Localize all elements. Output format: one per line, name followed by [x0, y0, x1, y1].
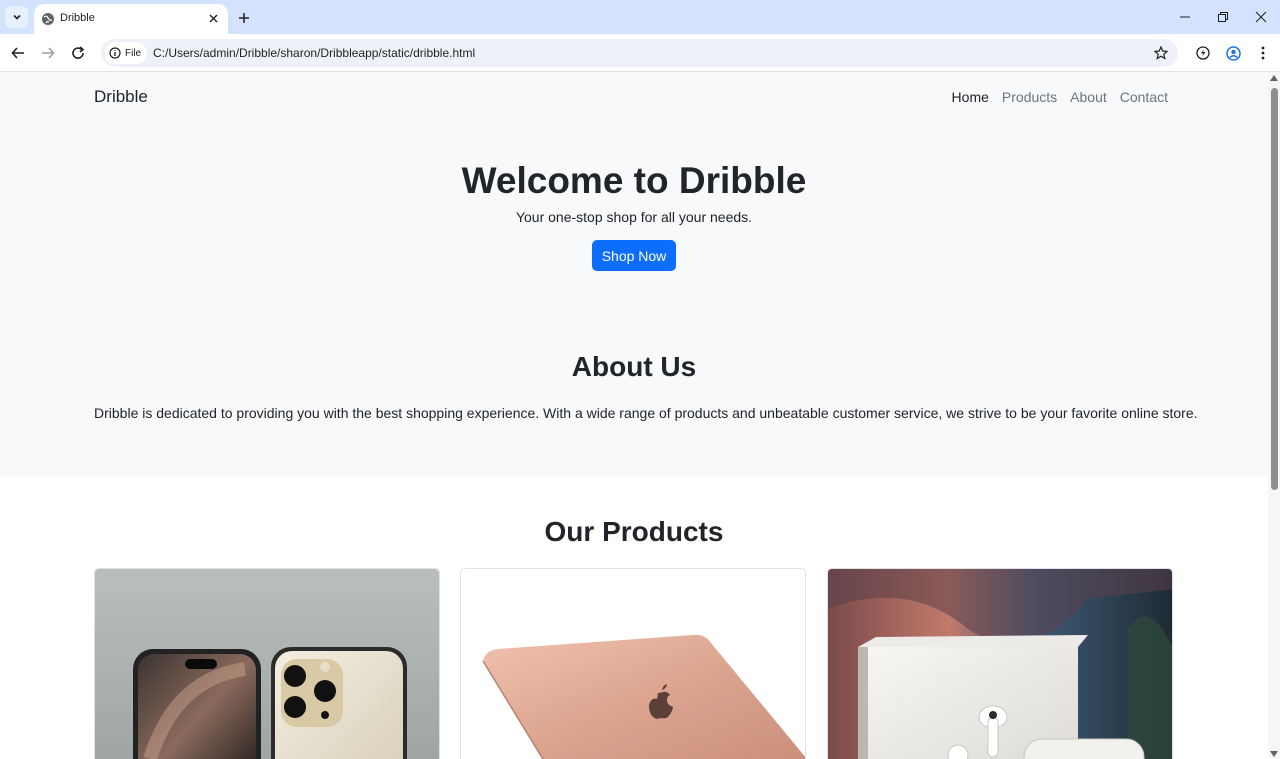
globe-icon [42, 13, 54, 25]
new-tab-button[interactable] [235, 9, 253, 27]
more-vert-icon [1261, 46, 1265, 60]
nav-link-products[interactable]: Products [1002, 89, 1057, 105]
site-info-label: File [125, 47, 142, 59]
reload-icon [72, 46, 85, 59]
info-icon [109, 47, 121, 59]
vertical-scrollbar[interactable] [1268, 72, 1280, 759]
navbar-links: Home Products About Contact [952, 89, 1168, 105]
about-text: Dribble is dedicated to providing you wi… [94, 405, 1198, 421]
tab-close-button[interactable] [206, 11, 220, 25]
nav-link-home[interactable]: Home [952, 89, 989, 105]
minimize-button[interactable] [1176, 8, 1194, 26]
products-title: Our Products [544, 516, 724, 547]
page-viewport: Dribble Home Products About Contact Welc… [0, 72, 1268, 759]
extensions-button[interactable] [1193, 43, 1213, 63]
hero-title: Welcome to Dribble [461, 160, 807, 201]
browser-toolbar: File C:/Users/admin/Dribble/sharon/Dribb… [0, 34, 1280, 72]
restore-icon [1218, 12, 1228, 22]
product-card-earbuds[interactable] [827, 568, 1173, 759]
forward-button[interactable] [38, 43, 58, 63]
nav-link-contact[interactable]: Contact [1120, 89, 1168, 105]
earbuds-image [828, 569, 1172, 759]
close-icon [1255, 11, 1267, 23]
bookmark-button[interactable] [1152, 44, 1170, 62]
tab-title: Dribble [60, 12, 95, 24]
hero-subtitle: Your one-stop shop for all your needs. [515, 209, 753, 225]
scroll-thumb[interactable] [1271, 88, 1278, 490]
shop-now-button[interactable]: Shop Now [592, 240, 676, 271]
browser-tab[interactable]: Dribble [34, 4, 228, 34]
plus-icon [239, 13, 249, 23]
profile-button[interactable] [1223, 43, 1243, 63]
about-title: About Us [571, 351, 697, 382]
restore-button[interactable] [1214, 8, 1232, 26]
nav-link-about[interactable]: About [1070, 89, 1107, 105]
url-text: C:/Users/admin/Dribble/sharon/Dribbleapp… [153, 46, 476, 60]
reload-button[interactable] [68, 43, 88, 63]
menu-button[interactable] [1253, 43, 1273, 63]
laptop-image [461, 569, 805, 759]
smartphones-image [95, 569, 439, 759]
account-icon [1225, 45, 1241, 61]
chevron-down-icon [12, 14, 21, 20]
back-button[interactable] [8, 43, 28, 63]
minimize-icon [1180, 16, 1190, 18]
site-info-chip[interactable]: File [105, 42, 148, 64]
product-card-smartphones[interactable] [94, 568, 440, 759]
navbar-brand[interactable]: Dribble [94, 87, 148, 107]
arrow-right-icon [42, 47, 55, 59]
product-card-laptop[interactable] [460, 568, 806, 759]
scroll-down-arrow[interactable] [1270, 751, 1278, 757]
window-close-button[interactable] [1252, 8, 1270, 26]
address-bar[interactable]: File C:/Users/admin/Dribble/sharon/Dribb… [101, 39, 1178, 67]
close-icon [209, 14, 217, 22]
scroll-up-arrow[interactable] [1270, 75, 1278, 81]
bolt-icon [1196, 46, 1210, 60]
star-icon [1154, 46, 1168, 60]
tab-search-button[interactable] [5, 6, 28, 28]
browser-tab-strip: Dribble [0, 0, 1280, 34]
arrow-left-icon [11, 47, 24, 59]
hero-section: Dribble Home Products About Contact Welc… [0, 72, 1268, 476]
